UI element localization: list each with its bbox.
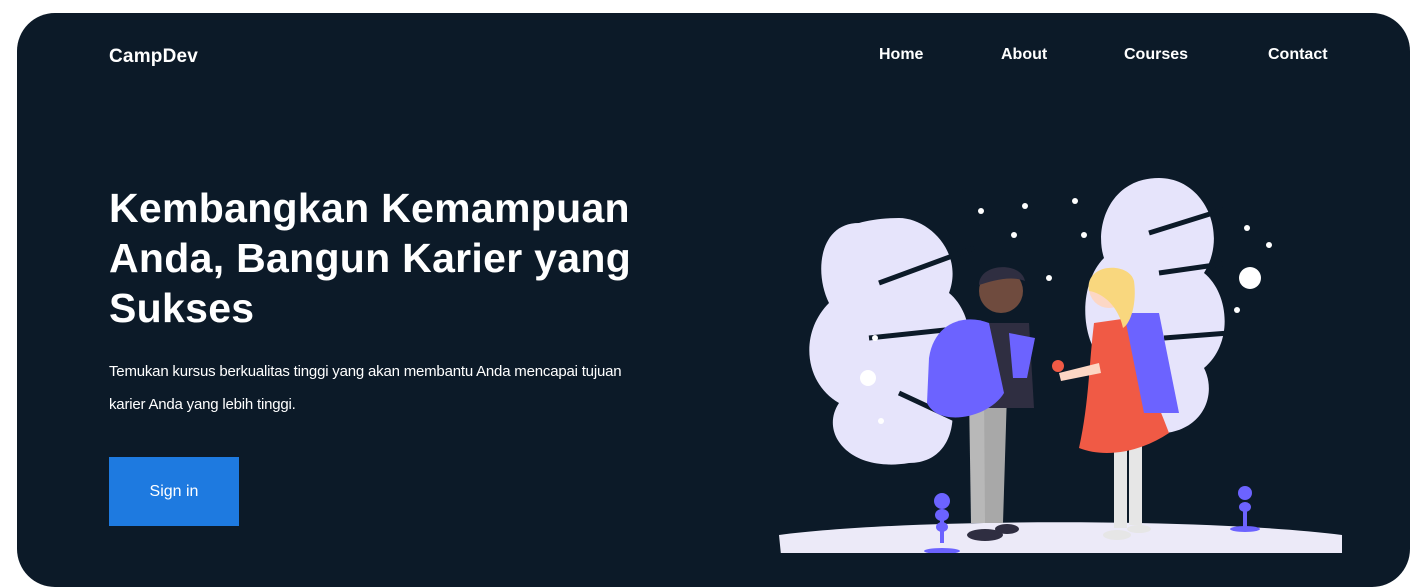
- kids-with-backpacks-illustration: [779, 178, 1342, 553]
- sign-in-button[interactable]: Sign in: [109, 457, 239, 526]
- nav-link-contact[interactable]: Contact: [1268, 46, 1328, 64]
- main-nav: Home About Courses Contact: [17, 46, 1410, 70]
- nav-link-courses[interactable]: Courses: [1124, 46, 1188, 64]
- hero-subtext: Temukan kursus berkualitas tinggi yang a…: [109, 363, 622, 413]
- nav-link-home[interactable]: Home: [879, 46, 923, 64]
- hero-section: CampDev Home About Courses Contact Kemba…: [17, 13, 1410, 587]
- right-plant: [1230, 486, 1260, 532]
- hero-headline: Kembangkan Kemampuan Anda, Bangun Karier…: [109, 185, 632, 331]
- nav-link-about[interactable]: About: [1001, 46, 1047, 64]
- ground: [779, 522, 1342, 553]
